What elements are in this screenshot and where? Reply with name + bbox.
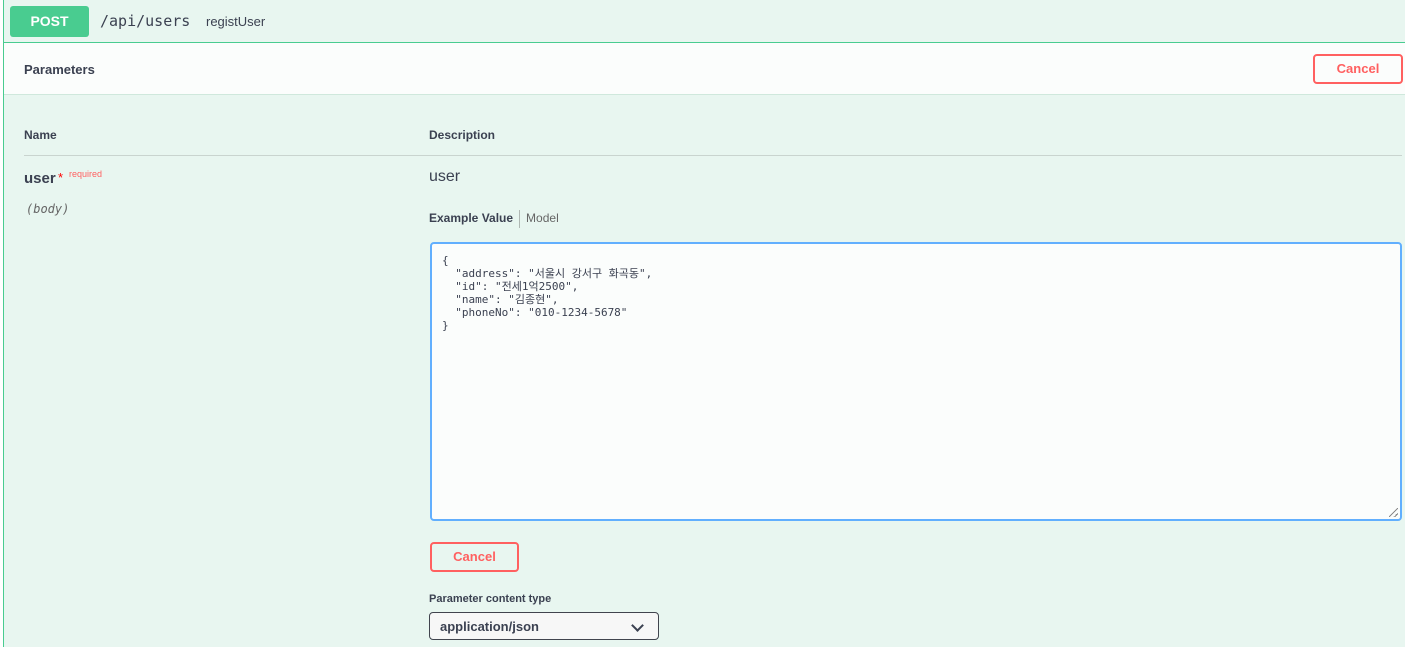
operation-path: /api/users [100, 12, 191, 30]
body-cancel-button[interactable]: Cancel [430, 542, 519, 572]
http-method-badge: POST [10, 6, 89, 37]
content-type-label: Parameter content type [429, 593, 552, 605]
required-star: * [58, 170, 64, 185]
column-header-description: Description [429, 128, 496, 142]
parameter-name: user [24, 170, 56, 187]
table-header-divider [24, 155, 1402, 156]
tab-model[interactable]: Model [526, 208, 559, 228]
tab-example-value[interactable]: Example Value [429, 208, 519, 228]
tab-separator [519, 209, 521, 228]
operation-id: registUser [206, 14, 266, 29]
request-body-textarea[interactable]: { "address": "서울시 강서구 화곡동", "id": "전세1억2… [430, 242, 1402, 521]
chevron-down-icon [631, 619, 644, 632]
request-body-text: { "address": "서울시 강서구 화곡동", "id": "전세1억2… [442, 254, 653, 332]
content-type-value: application/json [440, 619, 539, 634]
parameters-section-header: Parameters Cancel [4, 43, 1405, 95]
column-header-name: Name [24, 128, 57, 142]
try-out-cancel-button[interactable]: Cancel [1313, 54, 1403, 84]
operation-summary[interactable]: POST /api/users registUser [4, 0, 1405, 43]
operation-block-post: POST /api/users registUser Parameters Ca… [3, 0, 1405, 647]
parameters-title: Parameters [24, 62, 95, 77]
content-type-select[interactable]: application/json [429, 612, 659, 640]
required-label: required [69, 169, 103, 179]
parameter-description: user [429, 168, 461, 185]
resize-handle-icon[interactable] [1389, 508, 1398, 517]
parameter-location: (body) [26, 202, 70, 216]
example-model-tabs: Example Value Model [429, 208, 559, 228]
